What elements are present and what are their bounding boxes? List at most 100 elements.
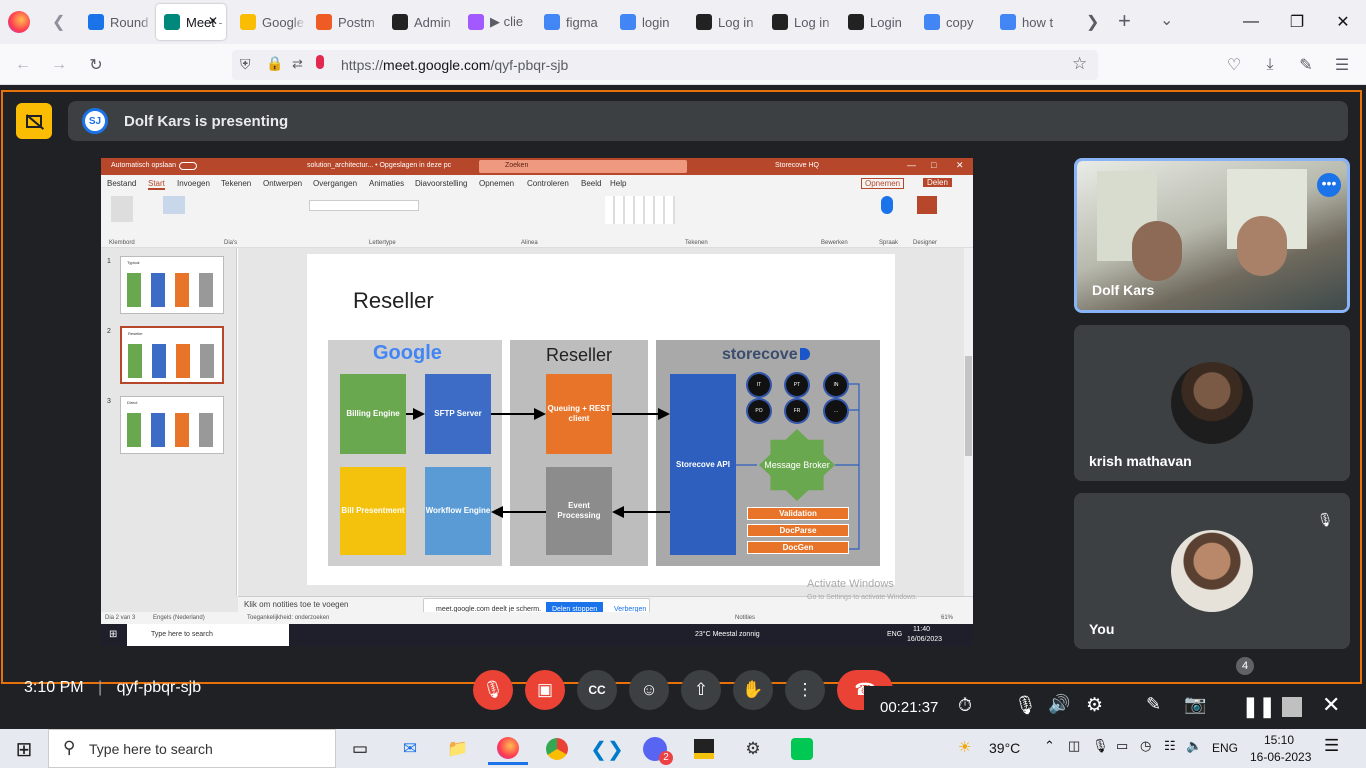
app-menu-icon[interactable]: ☰ bbox=[1329, 52, 1355, 78]
present-button[interactable]: ⇧ bbox=[681, 670, 721, 710]
ribbon-tab[interactable]: Diavoorstelling bbox=[415, 179, 467, 188]
taskbar-search-box[interactable]: ⚲ Type here to search bbox=[48, 729, 336, 768]
minimize-button[interactable]: — bbox=[1228, 0, 1274, 44]
ppt-record-button[interactable]: Opnemen bbox=[861, 178, 905, 189]
participant-tile-you[interactable]: 🎙 You bbox=[1074, 493, 1350, 649]
tab[interactable]: Round bbox=[80, 4, 154, 40]
ribbon-tab[interactable]: Invoegen bbox=[177, 179, 210, 188]
sticky-notes-icon[interactable] bbox=[684, 733, 724, 765]
tray-language[interactable]: ENG bbox=[1212, 741, 1238, 755]
tray-date[interactable]: 16-06-2023 bbox=[1250, 750, 1311, 764]
settings-icon[interactable]: ⚙ bbox=[1086, 694, 1103, 717]
ribbon-tab[interactable]: Controleren bbox=[527, 179, 569, 188]
tab[interactable]: copy bbox=[916, 4, 990, 40]
notes-toggle[interactable]: Notities bbox=[735, 615, 755, 621]
tray-icon-1[interactable]: ◫ bbox=[1068, 738, 1080, 754]
permissions-icon[interactable]: ⇄ bbox=[292, 56, 303, 72]
camera-icon[interactable]: 📷 bbox=[1184, 694, 1206, 715]
shield-icon[interactable]: ⛨ bbox=[240, 56, 251, 73]
taskbar-temperature[interactable]: 39°C bbox=[989, 740, 1020, 756]
task-view-icon[interactable]: ▭ bbox=[340, 733, 380, 765]
tray-volume-icon[interactable]: 🔈 bbox=[1186, 738, 1202, 754]
tray-wifi-icon[interactable]: ☷ bbox=[1164, 738, 1176, 754]
firefox-taskbar-icon[interactable] bbox=[488, 733, 528, 765]
more-options-button[interactable]: ⋮ bbox=[785, 670, 825, 710]
tab[interactable]: ▶ clie bbox=[460, 4, 534, 40]
start-icon[interactable]: ⊞ bbox=[4, 733, 44, 765]
tab[interactable]: how t bbox=[992, 4, 1066, 40]
close-tab-icon[interactable]: ✕ bbox=[208, 14, 218, 28]
accessibility-status[interactable]: Toegankelijkheid: onderzoeken bbox=[247, 615, 329, 621]
more-options-icon[interactable]: ••• bbox=[1317, 173, 1341, 197]
slide-thumbnail[interactable]: Direct bbox=[120, 396, 224, 454]
pause-icon[interactable]: ❚❚ bbox=[1242, 694, 1276, 719]
tab-scroll-right-icon[interactable]: ❯ bbox=[1086, 12, 1099, 32]
presentation-icon[interactable] bbox=[16, 103, 52, 139]
pencil-icon[interactable]: ✎ bbox=[1146, 694, 1161, 715]
participant-tile-dolf[interactable]: ••• Dolf Kars bbox=[1074, 158, 1350, 313]
ribbon-tab[interactable]: Beeld bbox=[581, 179, 601, 188]
raise-hand-button[interactable]: ✋ bbox=[733, 670, 773, 710]
notifications-icon[interactable]: ☰ bbox=[1324, 736, 1339, 756]
forward-icon[interactable]: → bbox=[46, 52, 72, 78]
file-explorer-icon[interactable]: 📁 bbox=[438, 733, 478, 765]
slide-scrollbar[interactable] bbox=[964, 248, 973, 596]
close-recorder-icon[interactable]: ✕ bbox=[1322, 692, 1340, 718]
mic-mute-icon[interactable]: 🎙 bbox=[1014, 695, 1037, 716]
tray-mic-icon[interactable]: 🎙 bbox=[1092, 738, 1109, 754]
extensions-icon[interactable]: ✎ bbox=[1293, 52, 1319, 78]
back-icon[interactable]: ← bbox=[10, 52, 36, 78]
mic-off-button[interactable]: 🎙 bbox=[473, 670, 513, 710]
ribbon-tab[interactable]: Tekenen bbox=[221, 179, 251, 188]
slide-thumbnail[interactable]: Typical bbox=[120, 256, 224, 314]
tray-time[interactable]: 15:10 bbox=[1264, 733, 1294, 747]
restore-button[interactable]: ❐ bbox=[1274, 0, 1320, 44]
chrome-taskbar-icon[interactable] bbox=[537, 733, 577, 765]
tray-battery-icon[interactable]: ▭ bbox=[1116, 738, 1128, 754]
ppt-restore[interactable]: □ bbox=[931, 160, 936, 170]
ribbon-tab[interactable]: Animaties bbox=[369, 179, 404, 188]
tab[interactable]: Log in bbox=[764, 4, 838, 40]
downloads-icon[interactable]: ⤓ bbox=[1257, 52, 1283, 78]
url-bar[interactable]: ⛨ 🔒 ⇄ https://meet.google.com/qyf-pbqr-s… bbox=[232, 50, 1098, 80]
tab[interactable]: Log in bbox=[688, 4, 762, 40]
ppt-share-button[interactable]: Delen bbox=[923, 178, 952, 187]
ppt-minimize[interactable]: — bbox=[907, 160, 916, 170]
list-all-tabs-icon[interactable]: ⌄ bbox=[1160, 10, 1173, 30]
firefox-menu-icon[interactable] bbox=[8, 11, 30, 33]
tab-scroll-left-icon[interactable]: ❮ bbox=[52, 12, 65, 32]
paste-icon[interactable] bbox=[111, 196, 133, 222]
tab[interactable]: Google bbox=[232, 4, 306, 40]
designer-icon[interactable] bbox=[917, 196, 937, 214]
camera-off-button[interactable]: ▣ bbox=[525, 670, 565, 710]
settings-taskbar-icon[interactable]: ⚙ bbox=[733, 733, 773, 765]
ribbon-tab[interactable]: Start bbox=[148, 179, 165, 190]
shapes-gallery[interactable] bbox=[605, 196, 675, 224]
tray-network-icon[interactable]: ◷ bbox=[1140, 738, 1151, 754]
tab[interactable]: login bbox=[612, 4, 686, 40]
emoji-button[interactable]: ☺ bbox=[629, 670, 669, 710]
tab[interactable]: Postm bbox=[308, 4, 382, 40]
bookmark-star-icon[interactable]: ☆ bbox=[1072, 54, 1087, 74]
tab[interactable]: figma bbox=[536, 4, 610, 40]
vscode-taskbar-icon[interactable]: ❮❯ bbox=[587, 733, 627, 765]
lock-icon[interactable]: 🔒 bbox=[266, 55, 283, 72]
ribbon-tab[interactable]: Bestand bbox=[107, 179, 136, 188]
tab[interactable]: Meet - PLA✕ bbox=[156, 4, 226, 40]
mail-icon[interactable]: ✉ bbox=[390, 733, 430, 765]
tab[interactable]: Admin bbox=[384, 4, 458, 40]
new-tab-button[interactable]: + bbox=[1118, 8, 1131, 34]
timer-icon[interactable]: ⏱ bbox=[958, 695, 972, 716]
discord-taskbar-icon[interactable]: 2 bbox=[635, 733, 675, 765]
autosave-toggle[interactable] bbox=[179, 162, 197, 170]
microphone-active-icon[interactable] bbox=[316, 55, 324, 69]
tray-chevron-icon[interactable]: ⌃ bbox=[1044, 738, 1055, 754]
close-window-button[interactable]: ✕ bbox=[1320, 0, 1366, 44]
app-green-icon[interactable] bbox=[782, 733, 822, 765]
speaker-icon[interactable]: 🔊 bbox=[1048, 694, 1070, 715]
weather-icon[interactable]: ☀ bbox=[958, 738, 971, 756]
meeting-code[interactable]: qyf-pbqr-sjb bbox=[117, 679, 201, 696]
pocket-icon[interactable]: ♡ bbox=[1221, 52, 1247, 78]
tab[interactable]: Login bbox=[840, 4, 914, 40]
stop-icon[interactable] bbox=[1282, 697, 1302, 717]
